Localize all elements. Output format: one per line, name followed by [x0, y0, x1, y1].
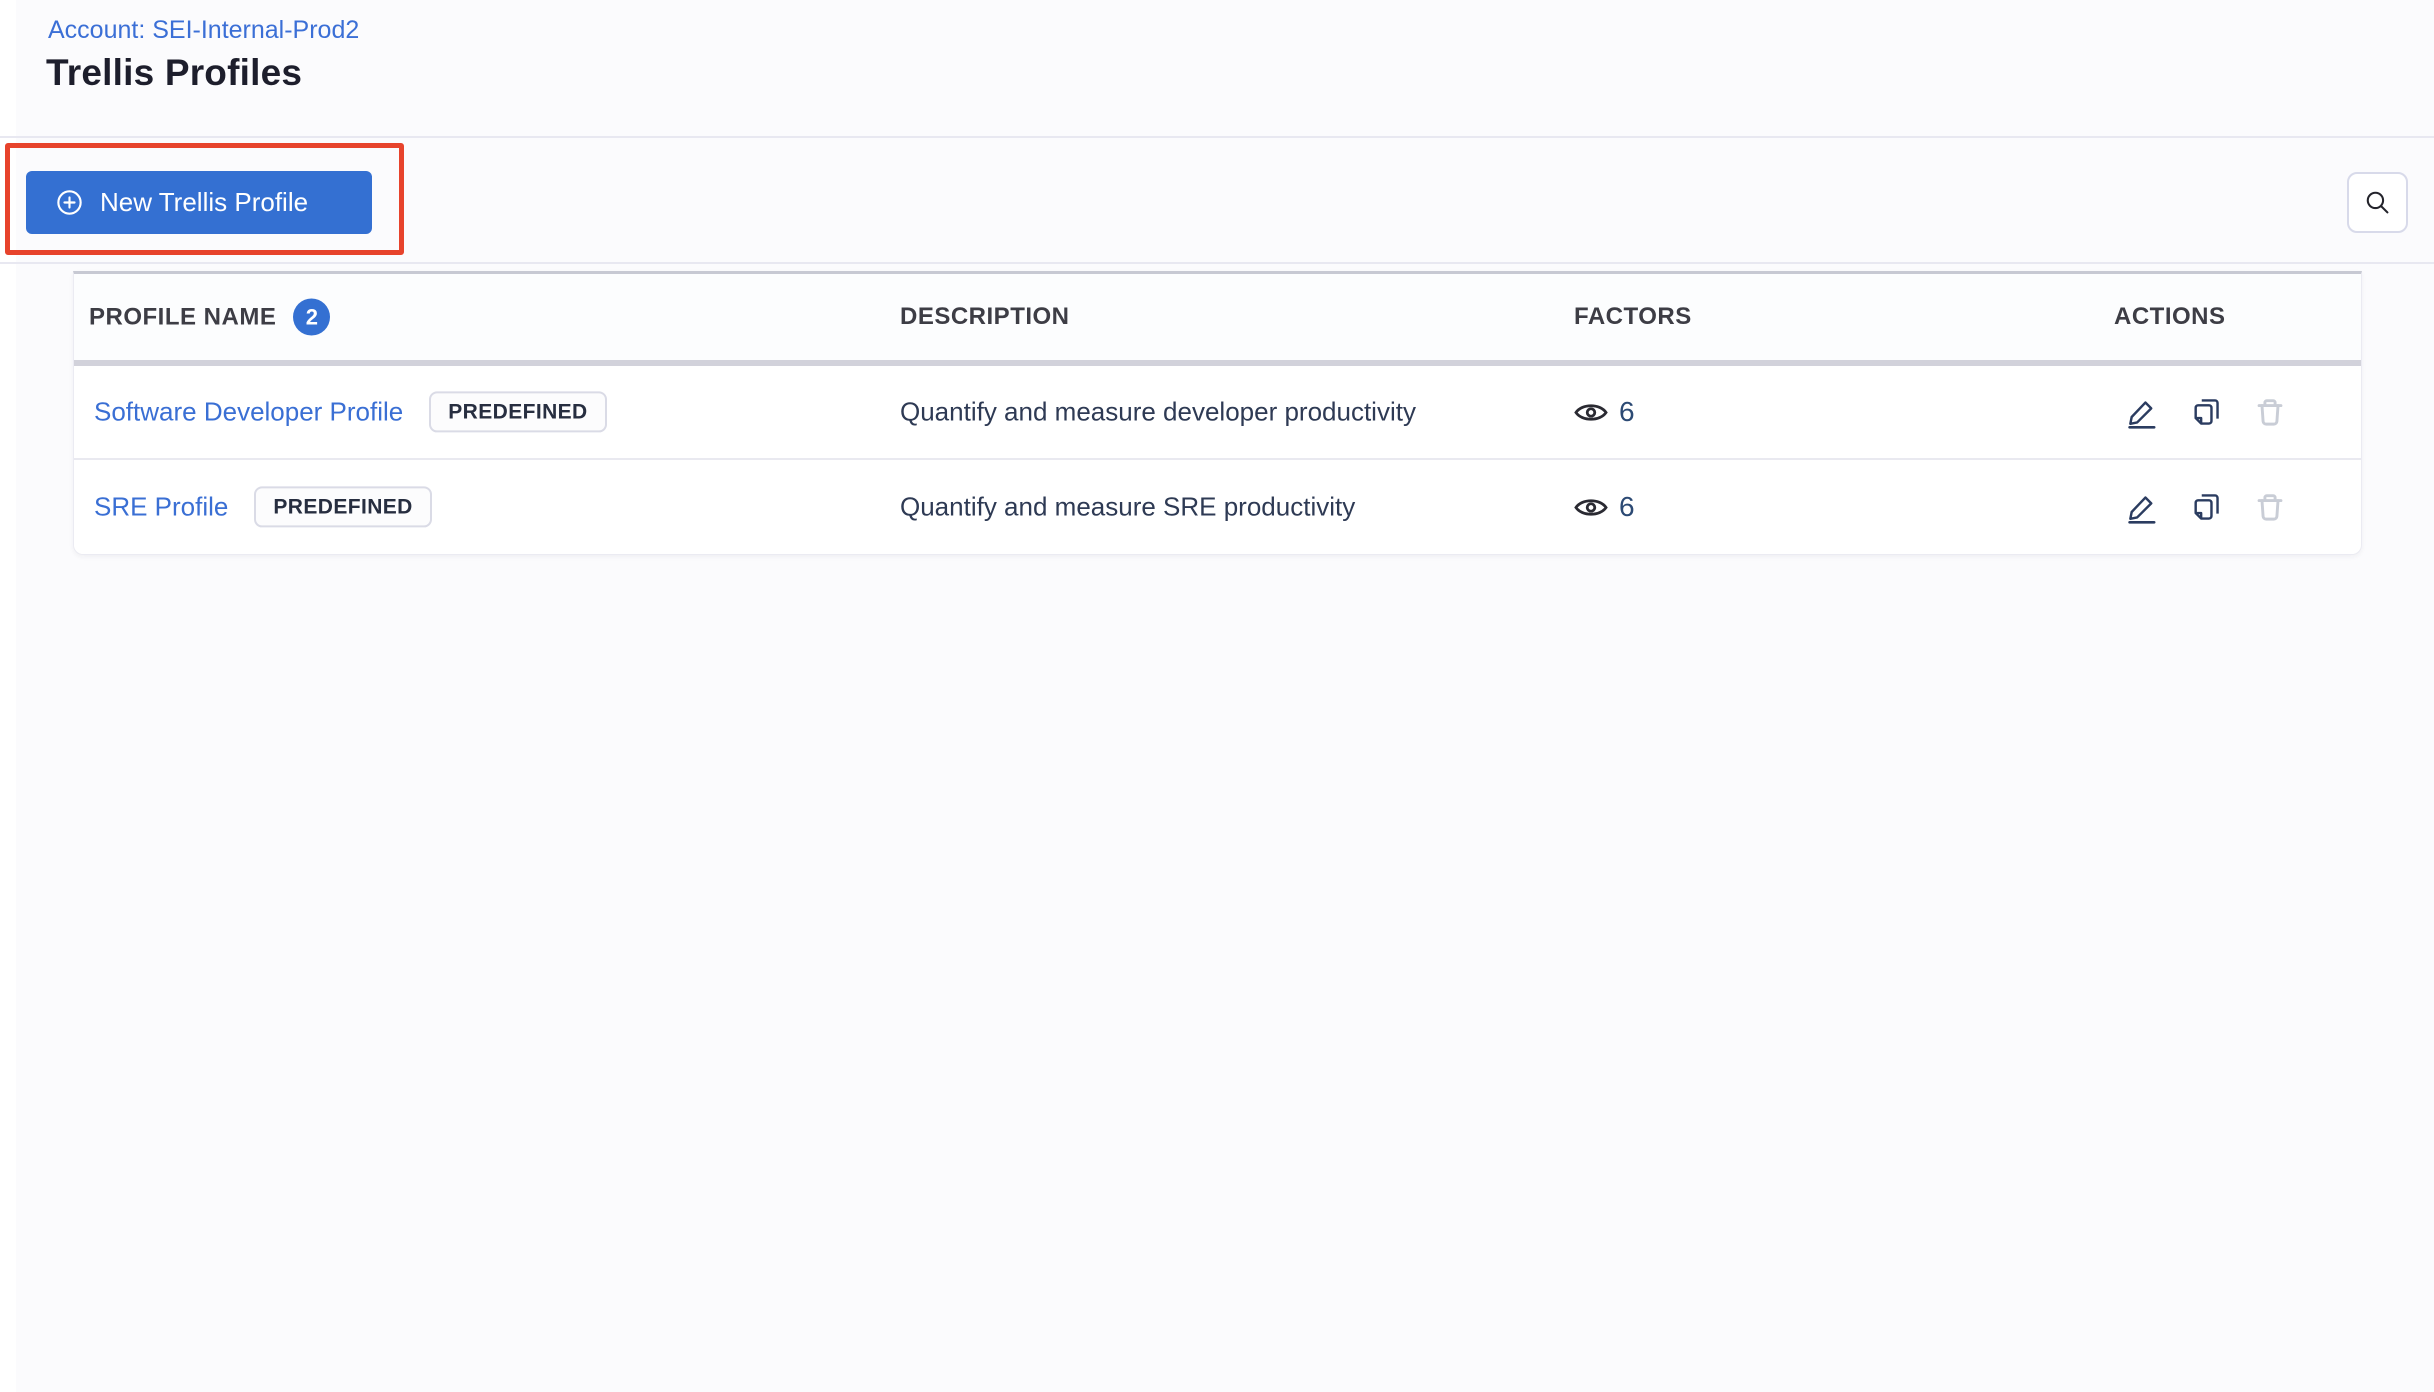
copy-button[interactable] — [2189, 490, 2223, 524]
eye-icon — [1574, 495, 1608, 520]
page-left-edge — [0, 0, 16, 1392]
table-row: SRE Profile PREDEFINED Quantify and meas… — [74, 460, 2361, 554]
factors-cell: 6 — [1574, 491, 1635, 523]
toolbar-divider — [0, 262, 2434, 264]
page-title: Trellis Profiles — [46, 52, 303, 93]
new-trellis-profile-label: New Trellis Profile — [100, 187, 309, 217]
predefined-badge: PREDEFINED — [429, 391, 607, 433]
delete-button[interactable] — [2253, 395, 2287, 429]
copy-button[interactable] — [2189, 395, 2223, 429]
table-row: Software Developer Profile PREDEFINED Qu… — [74, 366, 2361, 460]
delete-button[interactable] — [2253, 490, 2287, 524]
eye-icon — [1574, 400, 1608, 425]
new-trellis-profile-button[interactable]: New Trellis Profile — [26, 171, 372, 234]
trash-icon — [2253, 490, 2287, 524]
profile-count-badge: 2 — [293, 298, 331, 336]
column-header-description: DESCRIPTION — [900, 303, 1070, 330]
edit-button[interactable] — [2125, 490, 2159, 524]
search-button[interactable] — [2347, 172, 2408, 233]
search-icon — [2363, 188, 2392, 217]
title-divider — [0, 136, 2434, 138]
account-breadcrumb-link[interactable]: Account: SEI-Internal-Prod2 — [48, 16, 359, 45]
column-header-actions: ACTIONS — [2114, 303, 2226, 330]
predefined-badge: PREDEFINED — [254, 486, 432, 528]
trellis-profiles-table: PROFILE NAME 2 DESCRIPTION FACTORS ACTIO… — [73, 271, 2362, 555]
profile-link[interactable]: Software Developer Profile — [94, 397, 403, 428]
column-header-factors: FACTORS — [1574, 303, 1692, 330]
copy-icon — [2189, 395, 2223, 429]
factors-count: 6 — [1619, 396, 1635, 427]
factors-cell: 6 — [1574, 396, 1635, 428]
edit-button[interactable] — [2125, 395, 2159, 429]
edit-pencil-icon — [2125, 395, 2159, 429]
copy-icon — [2189, 490, 2223, 524]
plus-circle-icon — [54, 187, 85, 218]
profile-link[interactable]: SRE Profile — [94, 492, 228, 523]
table-header-row: PROFILE NAME 2 DESCRIPTION FACTORS ACTIO… — [74, 274, 2361, 366]
factors-count: 6 — [1619, 491, 1635, 522]
column-header-profile-name: PROFILE NAME — [89, 303, 277, 330]
edit-pencil-icon — [2125, 490, 2159, 524]
profile-description: Quantify and measure SRE productivity — [900, 491, 1356, 522]
trash-icon — [2253, 395, 2287, 429]
profile-description: Quantify and measure developer productiv… — [900, 396, 1416, 427]
